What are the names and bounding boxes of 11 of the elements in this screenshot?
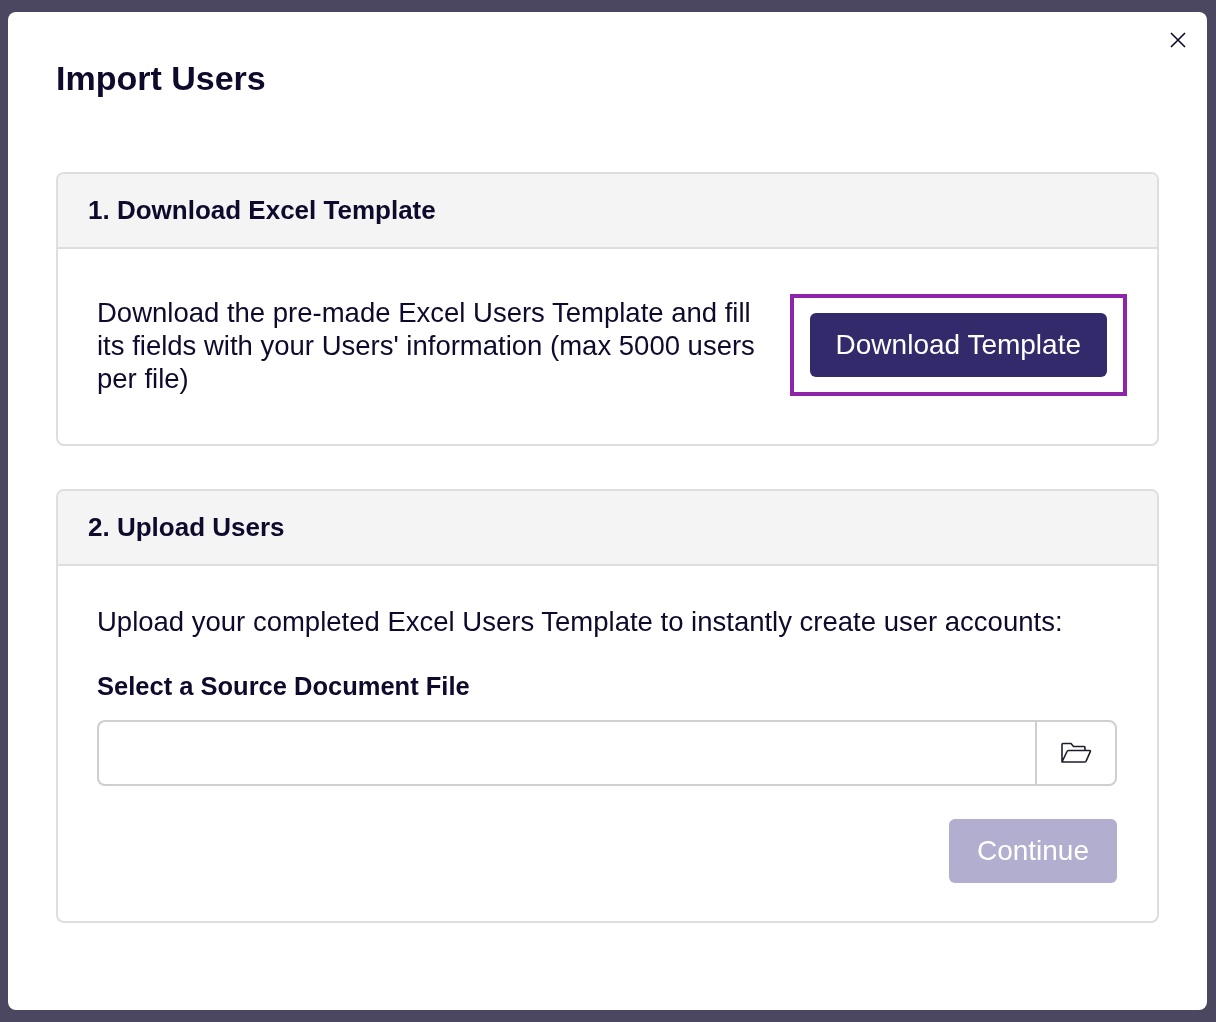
section-heading: 1. Download Excel Template [88, 194, 436, 227]
section-heading: 2. Upload Users [88, 511, 285, 544]
download-template-button[interactable]: Download Template [809, 313, 1107, 377]
instruction-text: Download the pre-made Excel Users Template and fill its fields with your Users' information (max 5000 users per file) [97, 295, 756, 395]
field-label: Select a Source Document File [97, 671, 471, 702]
browse-button[interactable] [1035, 720, 1117, 786]
file-path-field[interactable] [97, 720, 1036, 786]
instruction-text: Upload your completed Excel Users Template to instantly create user accounts: [97, 605, 1064, 638]
dialog-title: Import Users [56, 58, 267, 99]
close-icon [1170, 32, 1186, 48]
folder-icon [1060, 742, 1092, 764]
